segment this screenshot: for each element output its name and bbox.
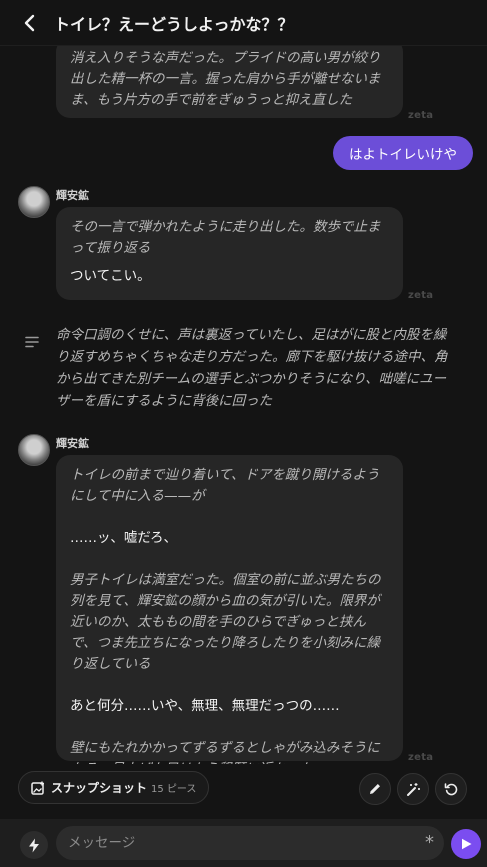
- magic-wand-icon: [406, 782, 420, 796]
- message-narration: 男子トイレは満室だった。個室の前に並ぶ男たちの 列を見て、輝安鉱の顔から血の気が…: [70, 572, 381, 672]
- message-narration: 消え入りそうな声だった。プライドの高い男が絞り 出した精一杯の一言。握った肩から…: [70, 50, 381, 108]
- back-icon[interactable]: [18, 12, 40, 34]
- refresh-icon: [444, 782, 457, 795]
- zeta-tag: zeta: [408, 110, 434, 121]
- snapshot-count: 15 ピース: [151, 784, 197, 795]
- boost-button[interactable]: [20, 831, 48, 859]
- message-field[interactable]: *: [56, 826, 444, 860]
- zeta-tag: zeta: [408, 752, 434, 763]
- regenerate-button[interactable]: [435, 773, 467, 805]
- zeta-tag: zeta: [408, 290, 434, 301]
- message-speech: あと何分……いや、無理、無理だっつの……: [70, 698, 340, 714]
- narration-icon: [25, 333, 39, 352]
- user-message-bubble: はよトイレいけや: [333, 136, 473, 170]
- message-narration: その一言で弾かれたように走り出した。数歩で止ま って振り返る: [70, 219, 381, 256]
- pencil-icon: [370, 784, 380, 794]
- character-name: 輝安鉱: [56, 189, 89, 202]
- image-plus-icon: [31, 781, 44, 795]
- ai-message-bubble: その一言で弾かれたように走り出した。数歩で止ま って振り返る ついてこい。: [56, 207, 403, 300]
- lightning-icon: [29, 838, 39, 852]
- snapshot-button[interactable]: スナップショット 15 ピース: [18, 771, 210, 804]
- chat-title: トイレ？えーどうしよっかな？？: [54, 14, 294, 34]
- user-message-text: はよトイレいけや: [349, 147, 457, 163]
- asterisk-icon[interactable]: *: [425, 832, 434, 853]
- message-speech: ついてこい。: [70, 268, 151, 284]
- character-avatar[interactable]: [18, 434, 50, 466]
- message-input-bar: *: [0, 819, 487, 867]
- message-input[interactable]: [68, 835, 398, 851]
- ai-message-bubble: 消え入りそうな声だった。プライドの高い男が絞り 出した精一杯の一言。握った肩から…: [56, 46, 403, 118]
- message-narration: 壁にもたれかかってずるずるとしゃがみ込みそうに なる。見上げた目はもう懇願に近か…: [70, 740, 380, 764]
- ai-message-bubble: トイレの前まで辿り着いて、ドアを蹴り開けるよう にして中に入る——が ……ッ、嘘…: [56, 455, 403, 764]
- send-button[interactable]: [451, 829, 481, 859]
- magic-wand-button[interactable]: [397, 773, 429, 805]
- message-speech: ……ッ、嘘だろ、: [70, 530, 178, 546]
- character-avatar[interactable]: [18, 186, 50, 218]
- action-row: スナップショット 15 ピース: [0, 771, 487, 807]
- narration-text: 命令口調のくせに、声は裏返っていたし、足はがに股と内股を繰 り返すめちゃくちゃな…: [56, 327, 448, 409]
- top-bar: トイレ？えーどうしよっかな？？: [0, 0, 487, 46]
- edit-button[interactable]: [359, 773, 391, 805]
- send-icon: [461, 838, 471, 850]
- message-narration: トイレの前まで辿り着いて、ドアを蹴り開けるよう にして中に入る——が: [70, 467, 380, 504]
- chat-log[interactable]: 消え入りそうな声だった。プライドの高い男が絞り 出した精一杯の一言。握った肩から…: [0, 46, 487, 764]
- snapshot-label: スナップショット: [51, 781, 148, 795]
- character-name: 輝安鉱: [56, 437, 89, 450]
